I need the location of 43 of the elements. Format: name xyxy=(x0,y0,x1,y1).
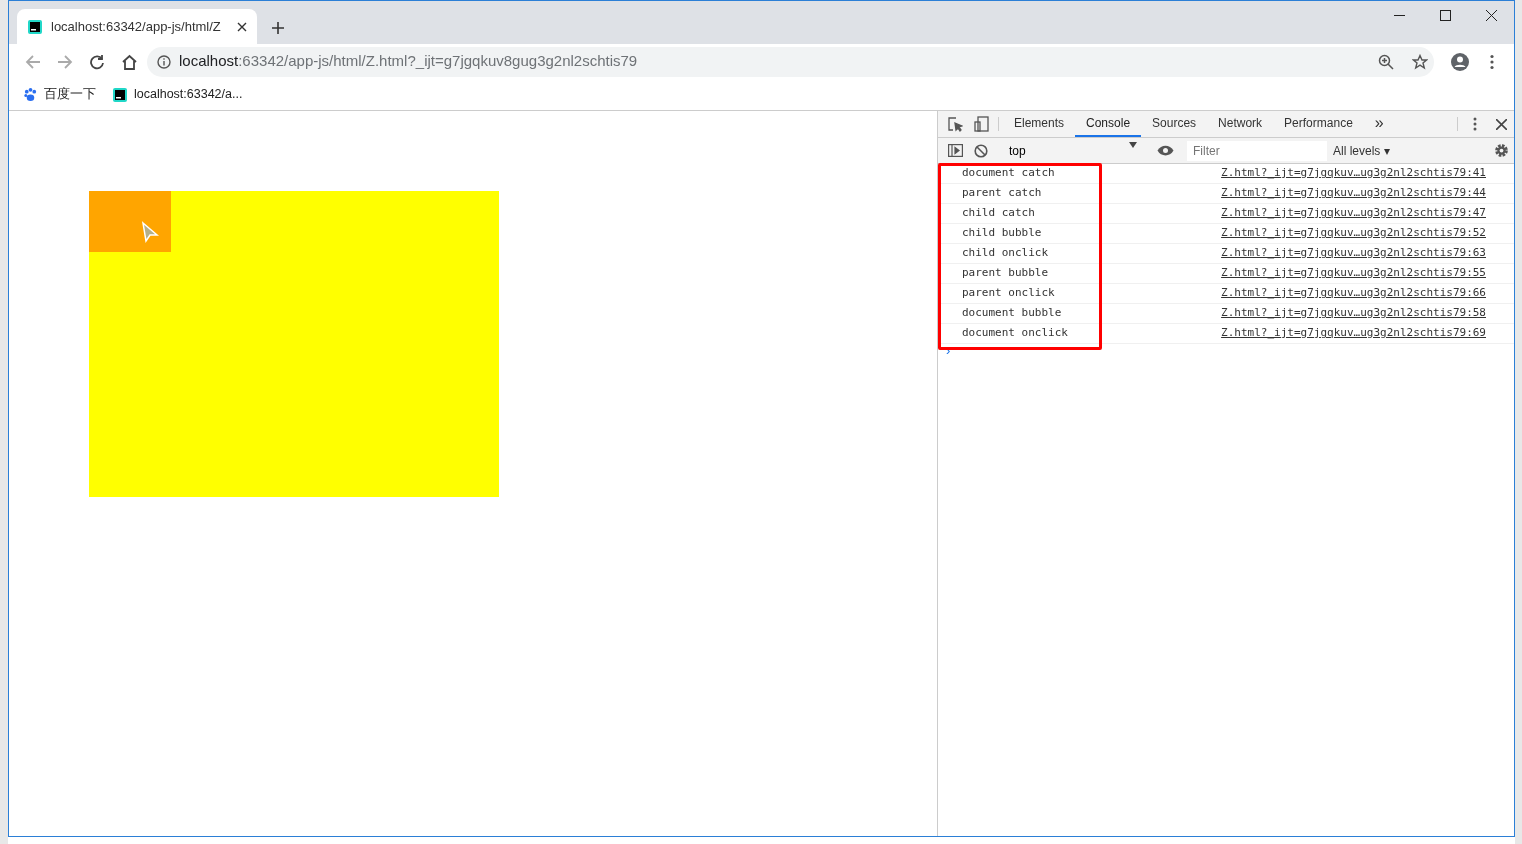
url-text: localhost:63342/app-js/html/Z.html?_ijt=g7jgqkuv8gug3g2nl2schtis79 xyxy=(179,51,638,72)
app-icon xyxy=(112,86,128,103)
bookmark[interactable]: localhost:63342/a... xyxy=(112,85,243,104)
source-link[interactable]: Z.html?_ijt=g7jgqkuv…ug3g2nl2schtis79:66 xyxy=(1221,285,1486,302)
filter-field[interactable]: Filter xyxy=(1187,140,1327,161)
bookmark-label: 百度一下 xyxy=(44,86,96,104)
log-message: document bubble xyxy=(962,305,1062,322)
source-link[interactable]: Z.html?_ijt=g7jgqkuv…ug3g2nl2schtis79:47 xyxy=(1221,205,1486,222)
source-link[interactable]: Z.html?_ijt=g7jgqkuv…ug3g2nl2schtis79:63 xyxy=(1221,245,1486,262)
more-tabs-button[interactable]: » xyxy=(1363,111,1395,137)
close-icon[interactable] xyxy=(237,21,247,32)
browser-tab[interactable]: localhost:63342/app-js/html/Z xyxy=(17,9,257,44)
zoom-icon[interactable] xyxy=(1378,53,1394,70)
log-message: child catch xyxy=(962,205,1035,222)
log-message: parent bubble xyxy=(962,265,1049,282)
log-message: document onclick xyxy=(962,325,1068,342)
log-message: parent catch xyxy=(962,185,1042,202)
tab-title: localhost:63342/app-js/html/Z xyxy=(51,17,221,36)
devtools-tab[interactable]: Elements xyxy=(1003,111,1076,137)
log-message: child bubble xyxy=(962,225,1042,242)
source-link[interactable]: Z.html?_ijt=g7jgqkuv…ug3g2nl2schtis79:44 xyxy=(1221,185,1486,202)
star-icon[interactable] xyxy=(1412,53,1428,70)
source-link[interactable]: Z.html?_ijt=g7jgqkuv…ug3g2nl2schtis79:55 xyxy=(1221,265,1486,282)
tab-favicon-icon xyxy=(27,18,43,35)
caret-icon xyxy=(1129,141,1137,148)
levels-dropdown[interactable]: All levels ▾ xyxy=(1327,141,1396,160)
log-message: child onclick xyxy=(962,245,1049,262)
devtools-tab[interactable]: Sources xyxy=(1141,111,1208,137)
source-link[interactable]: Z.html?_ijt=g7jgqkuv…ug3g2nl2schtis79:52 xyxy=(1221,225,1486,242)
source-link[interactable]: Z.html?_ijt=g7jgqkuv…ug3g2nl2schtis79:69 xyxy=(1221,325,1486,342)
log-message: parent onclick xyxy=(962,285,1055,302)
address-bar[interactable]: localhost:63342/app-js/html/Z.html?_ijt=g7jgqkuv8gug3g2nl2schtis79 xyxy=(147,46,1434,77)
devtools-tab[interactable]: Performance xyxy=(1273,111,1364,137)
cursor-icon xyxy=(140,221,160,243)
info-icon[interactable] xyxy=(157,54,171,69)
context-dropdown[interactable]: top xyxy=(1003,141,1143,160)
bookmark[interactable]: 百度一下 xyxy=(23,85,96,104)
paw-icon xyxy=(23,87,38,102)
devtools-tab[interactable]: Network xyxy=(1207,111,1274,137)
bookmark-label: localhost:63342/a... xyxy=(134,86,243,104)
source-link[interactable]: Z.html?_ijt=g7jgqkuv…ug3g2nl2schtis79:58 xyxy=(1221,305,1486,322)
source-link[interactable]: Z.html?_ijt=g7jgqkuv…ug3g2nl2schtis79:41 xyxy=(1221,165,1486,182)
log-message: document catch xyxy=(962,165,1055,182)
